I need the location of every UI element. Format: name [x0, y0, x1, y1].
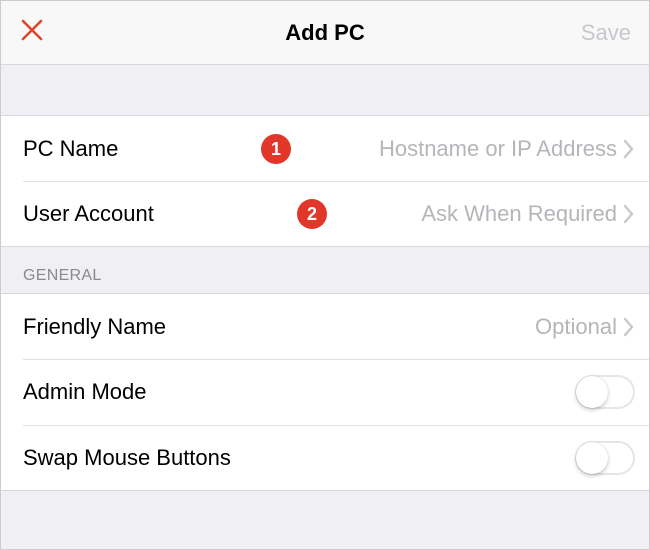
- toggle-admin-mode[interactable]: [575, 375, 635, 409]
- row-label: PC Name: [23, 136, 118, 162]
- row-pc-name[interactable]: PC Name Hostname or IP Address 1: [1, 115, 649, 181]
- row-label: User Account: [23, 201, 154, 227]
- page-title: Add PC: [285, 20, 364, 46]
- section-header-general: GENERAL: [1, 247, 649, 293]
- chevron-right-icon: [623, 138, 635, 160]
- row-value: Optional: [535, 314, 617, 340]
- chevron-right-icon: [623, 203, 635, 225]
- toggle-swap-mouse[interactable]: [575, 441, 635, 475]
- chevron-right-icon: [623, 316, 635, 338]
- close-icon: [19, 17, 45, 43]
- row-label: Admin Mode: [23, 379, 147, 405]
- group-spacer: [1, 65, 649, 115]
- row-admin-mode: Admin Mode: [1, 359, 649, 425]
- toggle-knob: [576, 376, 608, 408]
- save-button[interactable]: Save: [581, 20, 631, 46]
- row-value: Hostname or IP Address: [379, 136, 617, 162]
- nav-left: [19, 17, 99, 48]
- row-value: Ask When Required: [421, 201, 617, 227]
- row-label: Friendly Name: [23, 314, 166, 340]
- annotation-badge-1: 1: [261, 134, 291, 164]
- nav-right: Save: [551, 20, 631, 46]
- close-button[interactable]: [19, 17, 45, 48]
- navbar: Add PC Save: [1, 1, 649, 65]
- toggle-knob: [576, 442, 608, 474]
- row-label: Swap Mouse Buttons: [23, 445, 231, 471]
- row-user-account[interactable]: User Account Ask When Required 2: [1, 181, 649, 247]
- content-area: PC Name Hostname or IP Address 1 User Ac…: [1, 65, 649, 491]
- row-friendly-name[interactable]: Friendly Name Optional: [1, 293, 649, 359]
- row-swap-mouse-buttons: Swap Mouse Buttons: [1, 425, 649, 491]
- annotation-badge-2: 2: [297, 199, 327, 229]
